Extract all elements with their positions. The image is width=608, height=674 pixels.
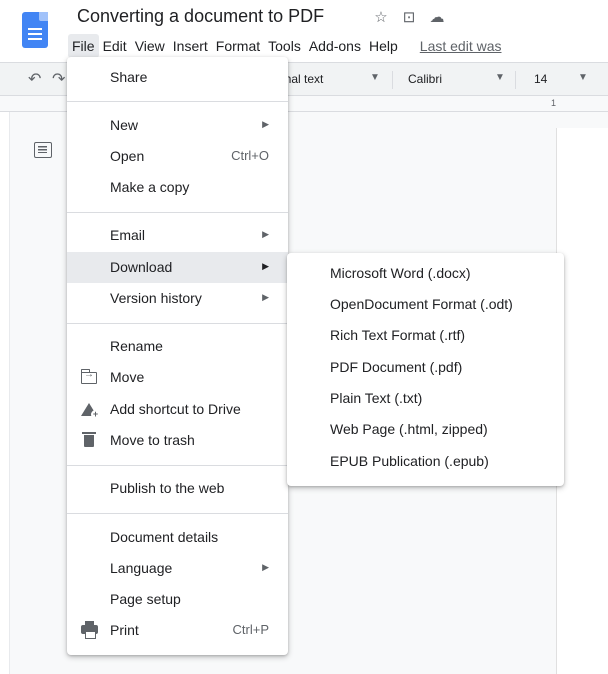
- drive-shortcut-icon: +: [80, 402, 100, 419]
- move-folder-icon[interactable]: ⊡: [400, 8, 418, 26]
- download-odt[interactable]: OpenDocument Format (.odt): [287, 290, 564, 321]
- menu-item-label: Web Page (.html, zipped): [330, 421, 488, 437]
- shortcut-label: Ctrl+P: [232, 622, 269, 637]
- download-epub[interactable]: EPUB Publication (.epub): [287, 447, 564, 478]
- submenu-arrow-icon: ▶: [262, 292, 269, 302]
- menu-item-label: Document details: [110, 529, 219, 545]
- menu-item-label: Print: [110, 622, 139, 638]
- chevron-down-icon[interactable]: ▼: [578, 72, 588, 83]
- menu-item-label: Move: [110, 369, 145, 385]
- menu-item-label: PDF Document (.pdf): [330, 359, 463, 375]
- menu-item-page-setup[interactable]: Page setup: [67, 584, 288, 615]
- trash-icon: [82, 432, 96, 447]
- docs-logo-icon[interactable]: [22, 12, 48, 48]
- menu-tools[interactable]: Tools: [264, 34, 305, 58]
- menu-item-label: Open: [110, 148, 145, 164]
- chevron-down-icon[interactable]: ▼: [495, 72, 505, 83]
- menu-divider: [67, 212, 288, 213]
- menu-item-publish[interactable]: Publish to the web: [67, 473, 288, 504]
- menu-item-label: Move to trash: [110, 432, 195, 448]
- undo-icon[interactable]: ↶: [28, 69, 41, 89]
- menu-item-email[interactable]: Email ▶: [67, 220, 288, 251]
- menu-item-label: Plain Text (.txt): [330, 390, 423, 406]
- menu-item-download[interactable]: Download ▶: [67, 252, 288, 283]
- menu-item-move-to-trash[interactable]: Move to trash: [67, 425, 288, 456]
- star-icon[interactable]: ☆: [372, 8, 390, 26]
- menu-item-make-copy[interactable]: Make a copy: [67, 172, 288, 203]
- menu-item-label: New: [110, 117, 139, 133]
- file-menu: Share New ▶ Open Ctrl+O Make a copy Emai…: [67, 57, 288, 655]
- menu-help[interactable]: Help: [365, 34, 402, 58]
- vertical-ruler: [0, 112, 10, 674]
- menu-item-version-history[interactable]: Version history ▶: [67, 283, 288, 314]
- menu-divider: [67, 513, 288, 514]
- menu-view[interactable]: View: [131, 34, 169, 58]
- menu-format[interactable]: Format: [212, 34, 264, 58]
- menu-item-label: Microsoft Word (.docx): [330, 265, 471, 281]
- last-edit-link[interactable]: Last edit was: [416, 34, 506, 58]
- menu-item-rename[interactable]: Rename: [67, 331, 288, 362]
- redo-icon[interactable]: ↷: [52, 69, 65, 89]
- ruler-marker: 1: [551, 98, 557, 108]
- menu-item-label: Make a copy: [110, 179, 190, 195]
- menu-add-ons[interactable]: Add-ons: [305, 34, 365, 58]
- menu-divider: [67, 465, 288, 466]
- menu-insert[interactable]: Insert: [169, 34, 212, 58]
- printer-icon: [81, 621, 98, 639]
- menu-item-language[interactable]: Language ▶: [67, 553, 288, 584]
- menu-item-print[interactable]: Print Ctrl+P: [67, 615, 288, 646]
- menu-item-label: Add shortcut to Drive: [110, 401, 241, 417]
- menu-file[interactable]: File: [68, 34, 99, 58]
- chevron-down-icon[interactable]: ▼: [370, 72, 380, 83]
- toolbar-divider: [392, 71, 393, 89]
- submenu-arrow-icon: ▶: [262, 119, 269, 129]
- menu-item-label: Download: [110, 259, 173, 275]
- menu-item-label: Language: [110, 560, 173, 576]
- menu-item-label: Page setup: [110, 591, 181, 607]
- download-rtf[interactable]: Rich Text Format (.rtf): [287, 321, 564, 352]
- menu-item-move[interactable]: Move: [67, 362, 288, 393]
- menu-item-document-details[interactable]: Document details: [67, 522, 288, 553]
- download-pdf[interactable]: PDF Document (.pdf): [287, 353, 564, 384]
- menu-item-open[interactable]: Open Ctrl+O: [67, 141, 288, 172]
- docs-header: Converting a document to PDF ☆ ⊡ ☁ File …: [0, 0, 608, 62]
- submenu-arrow-icon: ▶: [262, 562, 269, 572]
- menu-item-share[interactable]: Share: [67, 62, 288, 93]
- cloud-status-icon[interactable]: ☁: [428, 8, 446, 26]
- menu-divider: [67, 101, 288, 102]
- font-family-select[interactable]: Calibri: [408, 72, 442, 86]
- download-submenu: Microsoft Word (.docx) OpenDocument Form…: [287, 253, 564, 486]
- menu-item-label: EPUB Publication (.epub): [330, 453, 489, 469]
- document-title[interactable]: Converting a document to PDF: [77, 6, 324, 27]
- folder-move-icon: [80, 369, 97, 384]
- document-outline-icon[interactable]: [34, 142, 52, 158]
- menu-item-label: Version history: [110, 290, 202, 306]
- menu-item-label: OpenDocument Format (.odt): [330, 296, 513, 312]
- submenu-arrow-icon: ▶: [262, 229, 269, 239]
- download-txt[interactable]: Plain Text (.txt): [287, 384, 564, 415]
- menu-edit[interactable]: Edit: [99, 34, 131, 58]
- submenu-arrow-icon: ▶: [262, 261, 269, 271]
- download-html[interactable]: Web Page (.html, zipped): [287, 415, 564, 446]
- menu-bar: File Edit View Insert Format Tools Add-o…: [68, 34, 506, 58]
- menu-item-label: Rename: [110, 338, 163, 354]
- download-docx[interactable]: Microsoft Word (.docx): [287, 259, 564, 290]
- menu-item-label: Share: [110, 69, 148, 85]
- menu-item-label: Publish to the web: [110, 480, 225, 496]
- menu-item-label: Rich Text Format (.rtf): [330, 327, 466, 343]
- toolbar-divider: [515, 71, 516, 89]
- menu-item-add-shortcut[interactable]: + Add shortcut to Drive: [67, 394, 288, 425]
- shortcut-label: Ctrl+O: [231, 148, 269, 163]
- menu-divider: [67, 323, 288, 324]
- menu-item-label: Email: [110, 227, 146, 243]
- title-actions: ☆ ⊡ ☁: [372, 8, 446, 26]
- menu-item-new[interactable]: New ▶: [67, 110, 288, 141]
- font-size-select[interactable]: 14: [534, 72, 547, 86]
